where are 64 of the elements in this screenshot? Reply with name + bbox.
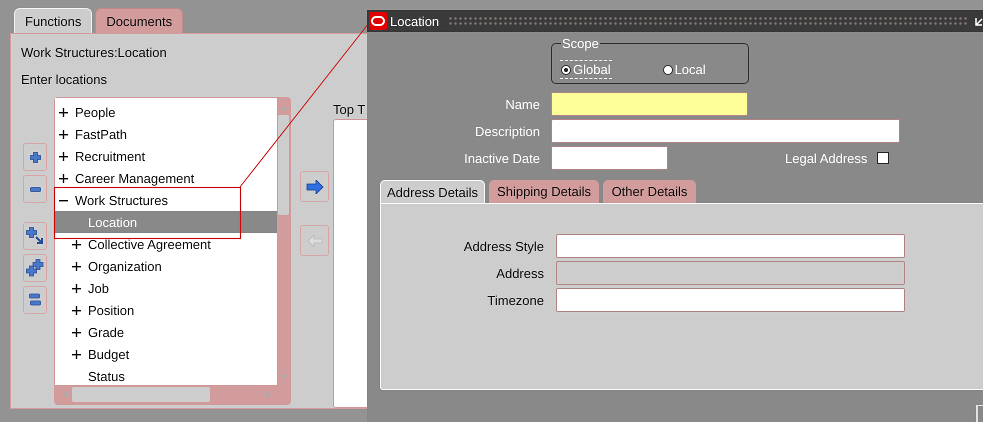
field-label: Description: [474, 124, 540, 138]
double-minus-icon: [29, 293, 41, 307]
breadcrumb: Work Structures:Location: [21, 44, 167, 62]
field-label: Name: [504, 96, 540, 112]
tab[interactable]: Other Details: [603, 180, 696, 203]
field-label: Timezone: [486, 292, 544, 308]
tab[interactable]: Shipping Details: [489, 180, 599, 203]
expand-icon[interactable]: [72, 240, 81, 248]
instruction-text: Enter locations: [21, 71, 107, 89]
tree-item[interactable]: Collective Agreement: [55, 233, 277, 255]
tab[interactable]: Address Details: [380, 180, 486, 203]
expand-branch-button[interactable]: [23, 222, 47, 250]
plus-arrow-icon: [26, 227, 44, 245]
tree-item[interactable]: Budget: [55, 343, 277, 365]
field-label: Address Style: [462, 238, 544, 254]
tab[interactable]: Functions: [14, 8, 92, 33]
restore-icon[interactable]: [975, 16, 983, 26]
tree-item[interactable]: Position: [55, 299, 277, 321]
add-button[interactable]: [300, 171, 329, 202]
expand-icon[interactable]: [59, 152, 68, 160]
left-arrow-icon: [306, 234, 322, 246]
minus-icon: [30, 186, 40, 192]
list-label: Top T: [333, 101, 366, 119]
tree-item[interactable]: Work Structures: [55, 189, 277, 211]
plus-icon: [30, 152, 40, 162]
group-legend: Scope: [561, 36, 600, 51]
window-title: Location: [390, 14, 440, 28]
input-field[interactable]: [551, 146, 668, 170]
field-label: Address: [495, 266, 544, 280]
expand-icon[interactable]: [59, 174, 68, 182]
expand-icon[interactable]: [72, 262, 81, 270]
tree-item[interactable]: Career Management: [55, 167, 277, 189]
expand-all-button[interactable]: [23, 254, 47, 282]
tree-item[interactable]: Location: [55, 211, 277, 233]
tree-item[interactable]: FastPath: [55, 123, 277, 145]
right-arrow-icon: [306, 180, 324, 194]
field-label: Legal Address: [785, 150, 868, 166]
input-field[interactable]: [551, 92, 748, 116]
expand-button[interactable]: [23, 143, 47, 171]
collapse-button[interactable]: [23, 175, 47, 203]
expand-icon[interactable]: [72, 350, 81, 358]
tree-item[interactable]: Job: [55, 277, 277, 299]
checkbox[interactable]: [877, 152, 890, 164]
input-field[interactable]: [556, 234, 905, 258]
radio-button[interactable]: Local: [662, 60, 707, 79]
input-field[interactable]: [556, 288, 905, 312]
logo-icon: [369, 12, 387, 30]
tree-item[interactable]: Status: [55, 365, 277, 385]
tree-item[interactable]: Recruitment: [55, 145, 277, 167]
radio-button[interactable]: Global: [560, 60, 612, 79]
tree-item[interactable]: People: [55, 101, 277, 123]
expand-icon[interactable]: [72, 284, 81, 292]
expand-icon[interactable]: [59, 130, 68, 138]
tree-item[interactable]: Grade: [55, 321, 277, 343]
double-plus-icon: [26, 259, 44, 277]
expand-icon[interactable]: [59, 108, 68, 116]
expand-icon[interactable]: [72, 328, 81, 336]
window-button[interactable]: [976, 405, 983, 422]
collapse-all-button[interactable]: [23, 286, 47, 314]
field-label: Inactive Date: [463, 150, 540, 166]
input-field[interactable]: [551, 119, 900, 143]
expand-icon[interactable]: [72, 306, 81, 314]
tab[interactable]: Documents: [95, 8, 184, 33]
tree-item[interactable]: Organization: [55, 255, 277, 277]
